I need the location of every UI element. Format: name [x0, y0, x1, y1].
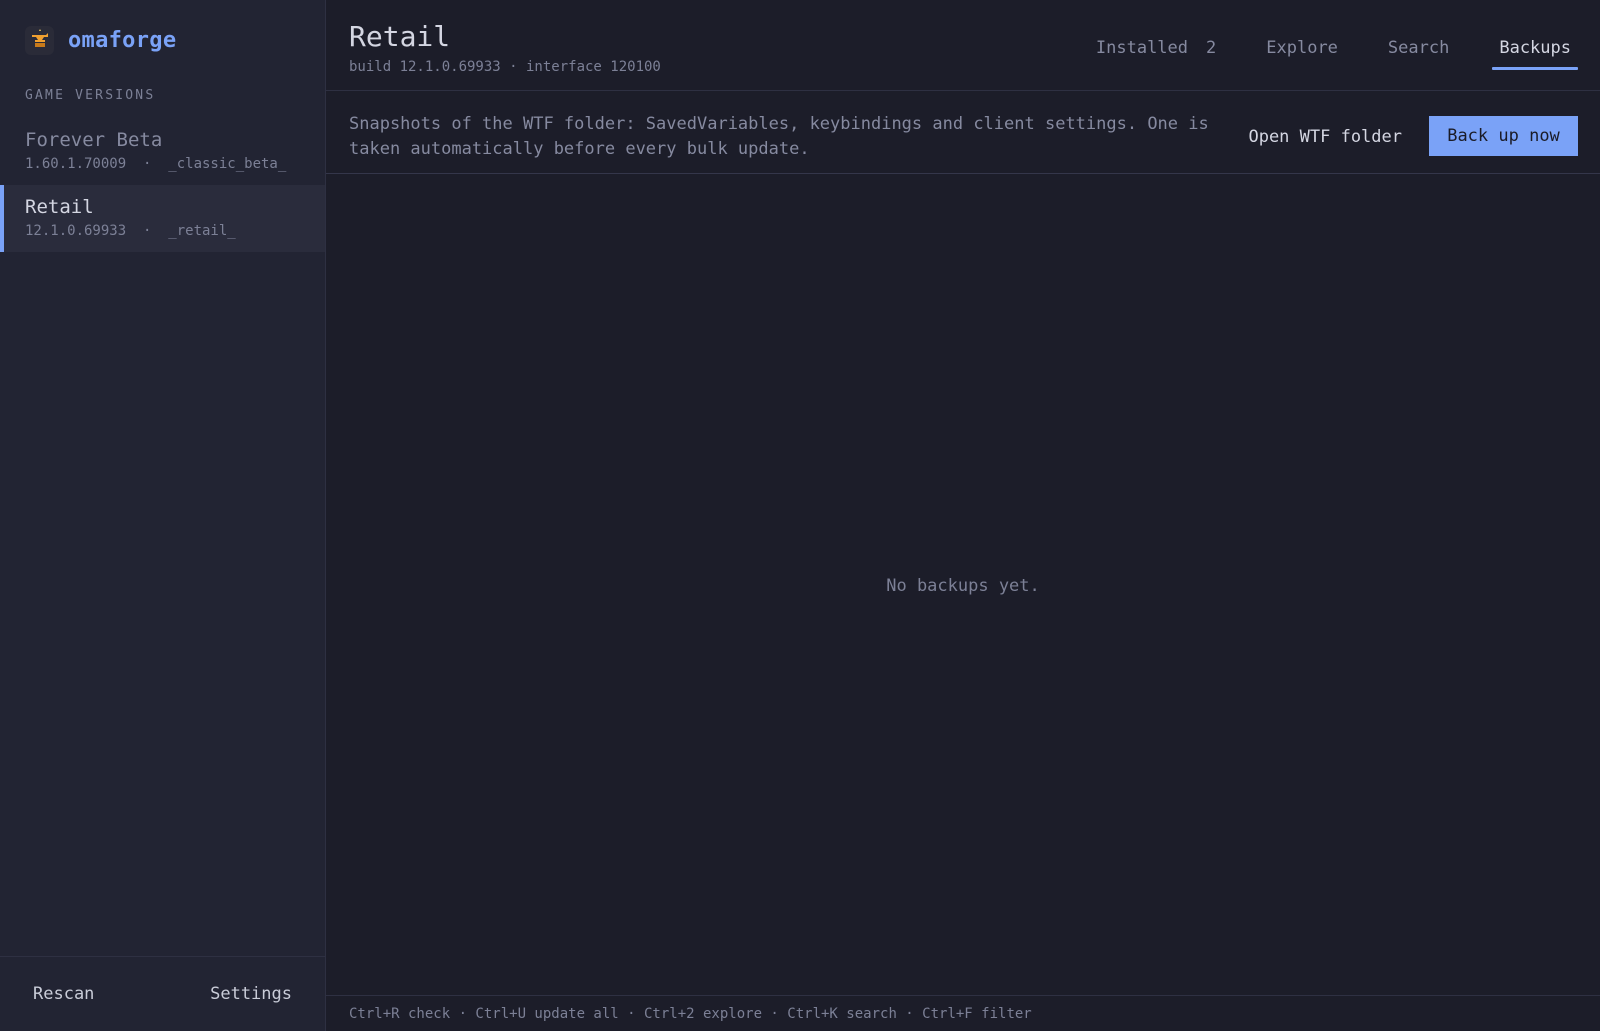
- backups-description: Snapshots of the WTF folder: SavedVariab…: [349, 114, 1209, 159]
- tab-bar: Installed 2 Explore Search Backups: [1053, 30, 1578, 70]
- anvil-icon: [25, 25, 54, 55]
- main-panel: Retail build 12.1.0.69933 · interface 12…: [326, 0, 1600, 1031]
- tab-label: Installed: [1095, 38, 1189, 58]
- backups-list: No backups yet.: [326, 174, 1600, 1031]
- empty-state-message: No backups yet.: [886, 576, 1040, 596]
- version-list: Forever Beta 1.60.1.70009 · _classic_bet…: [0, 118, 325, 252]
- rescan-button[interactable]: Rescan: [33, 984, 94, 1004]
- version-item-forever-beta[interactable]: Forever Beta 1.60.1.70009 · _classic_bet…: [0, 118, 325, 185]
- installed-count: 2: [1206, 38, 1217, 58]
- tab-search[interactable]: Search: [1381, 30, 1456, 70]
- settings-button[interactable]: Settings: [210, 984, 292, 1004]
- tab-explore[interactable]: Explore: [1259, 30, 1345, 70]
- version-item-retail[interactable]: Retail 12.1.0.69933 · _retail_: [0, 185, 325, 252]
- keyboard-shortcuts: Ctrl+R check · Ctrl+U update all · Ctrl+…: [349, 1005, 1032, 1022]
- shortcut-status-bar: Ctrl+R check · Ctrl+U update all · Ctrl+…: [326, 995, 1600, 1031]
- tab-backups[interactable]: Backups: [1492, 30, 1578, 70]
- version-meta: 12.1.0.69933 · _retail_: [25, 223, 236, 239]
- tab-label: Search: [1387, 38, 1450, 58]
- version-meta: 1.60.1.70009 · _classic_beta_: [25, 156, 287, 172]
- app-name: omaforge: [68, 27, 177, 53]
- backups-info-bar: Snapshots of the WTF folder: SavedVariab…: [326, 91, 1600, 174]
- sidebar: omaforge GAME VERSIONS Forever Beta 1.60…: [0, 0, 326, 1031]
- sidebar-footer: Rescan Settings: [0, 956, 325, 1031]
- version-name: Forever Beta: [25, 129, 163, 151]
- tab-label: Explore: [1266, 38, 1338, 58]
- open-wtf-folder-button[interactable]: Open WTF folder: [1248, 127, 1402, 147]
- page-title: Retail: [349, 20, 451, 53]
- page-subtitle: build 12.1.0.69933 · interface 120100: [349, 59, 661, 75]
- game-versions-label: GAME VERSIONS: [25, 88, 156, 103]
- brand: omaforge: [0, 0, 325, 80]
- tab-label: Backups: [1499, 38, 1571, 58]
- app-window: omaforge GAME VERSIONS Forever Beta 1.60…: [0, 0, 1600, 1031]
- back-up-now-button[interactable]: Back up now: [1429, 116, 1578, 156]
- page-header: Retail build 12.1.0.69933 · interface 12…: [326, 0, 1600, 91]
- tab-installed[interactable]: Installed 2: [1089, 30, 1223, 70]
- version-name: Retail: [25, 196, 94, 218]
